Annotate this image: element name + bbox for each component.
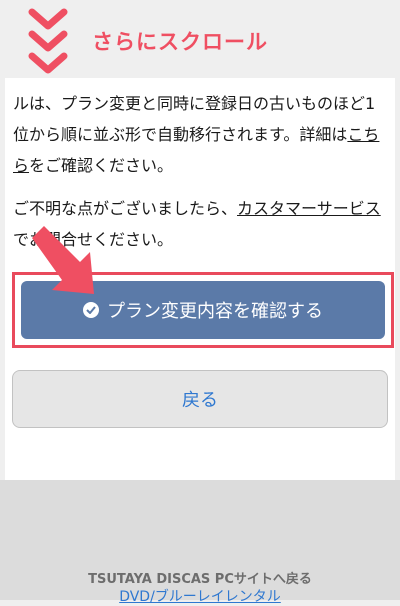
pc-site-link[interactable]: TSUTAYA DISCAS PCサイトへ戻る xyxy=(0,568,400,587)
footer: TSUTAYA DISCAS PCサイトへ戻る DVD/ブルーレイレンタル xyxy=(0,480,400,605)
customer-service-link[interactable]: カスタマーサービス xyxy=(237,199,381,218)
migration-info-paragraph: ルは、プラン変更と同時に登録日の古いものほど1位から順に並ぶ形で自動移行されます… xyxy=(13,88,385,181)
migration-info-text: ルは、プラン変更と同時に登録日の古いものほど1位から順に並ぶ形で自動移行されます… xyxy=(13,94,376,144)
back-button[interactable]: 戻る xyxy=(12,370,388,428)
scroll-hint-label: さらにスクロール xyxy=(92,30,268,54)
check-circle-icon xyxy=(83,302,99,318)
scroll-hint-banner: さらにスクロール xyxy=(0,0,400,78)
dvd-rental-link[interactable]: DVD/ブルーレイレンタル xyxy=(0,586,400,606)
pointer-arrow-icon xyxy=(32,226,94,294)
confirm-button-label: プラン変更内容を確認する xyxy=(107,301,323,322)
migration-info-text-end: をご確認ください。 xyxy=(29,156,174,175)
back-button-label: 戻る xyxy=(182,390,218,411)
triple-chevron-down-icon xyxy=(28,8,68,74)
contact-text: ご不明な点がございましたら、 xyxy=(13,199,238,218)
